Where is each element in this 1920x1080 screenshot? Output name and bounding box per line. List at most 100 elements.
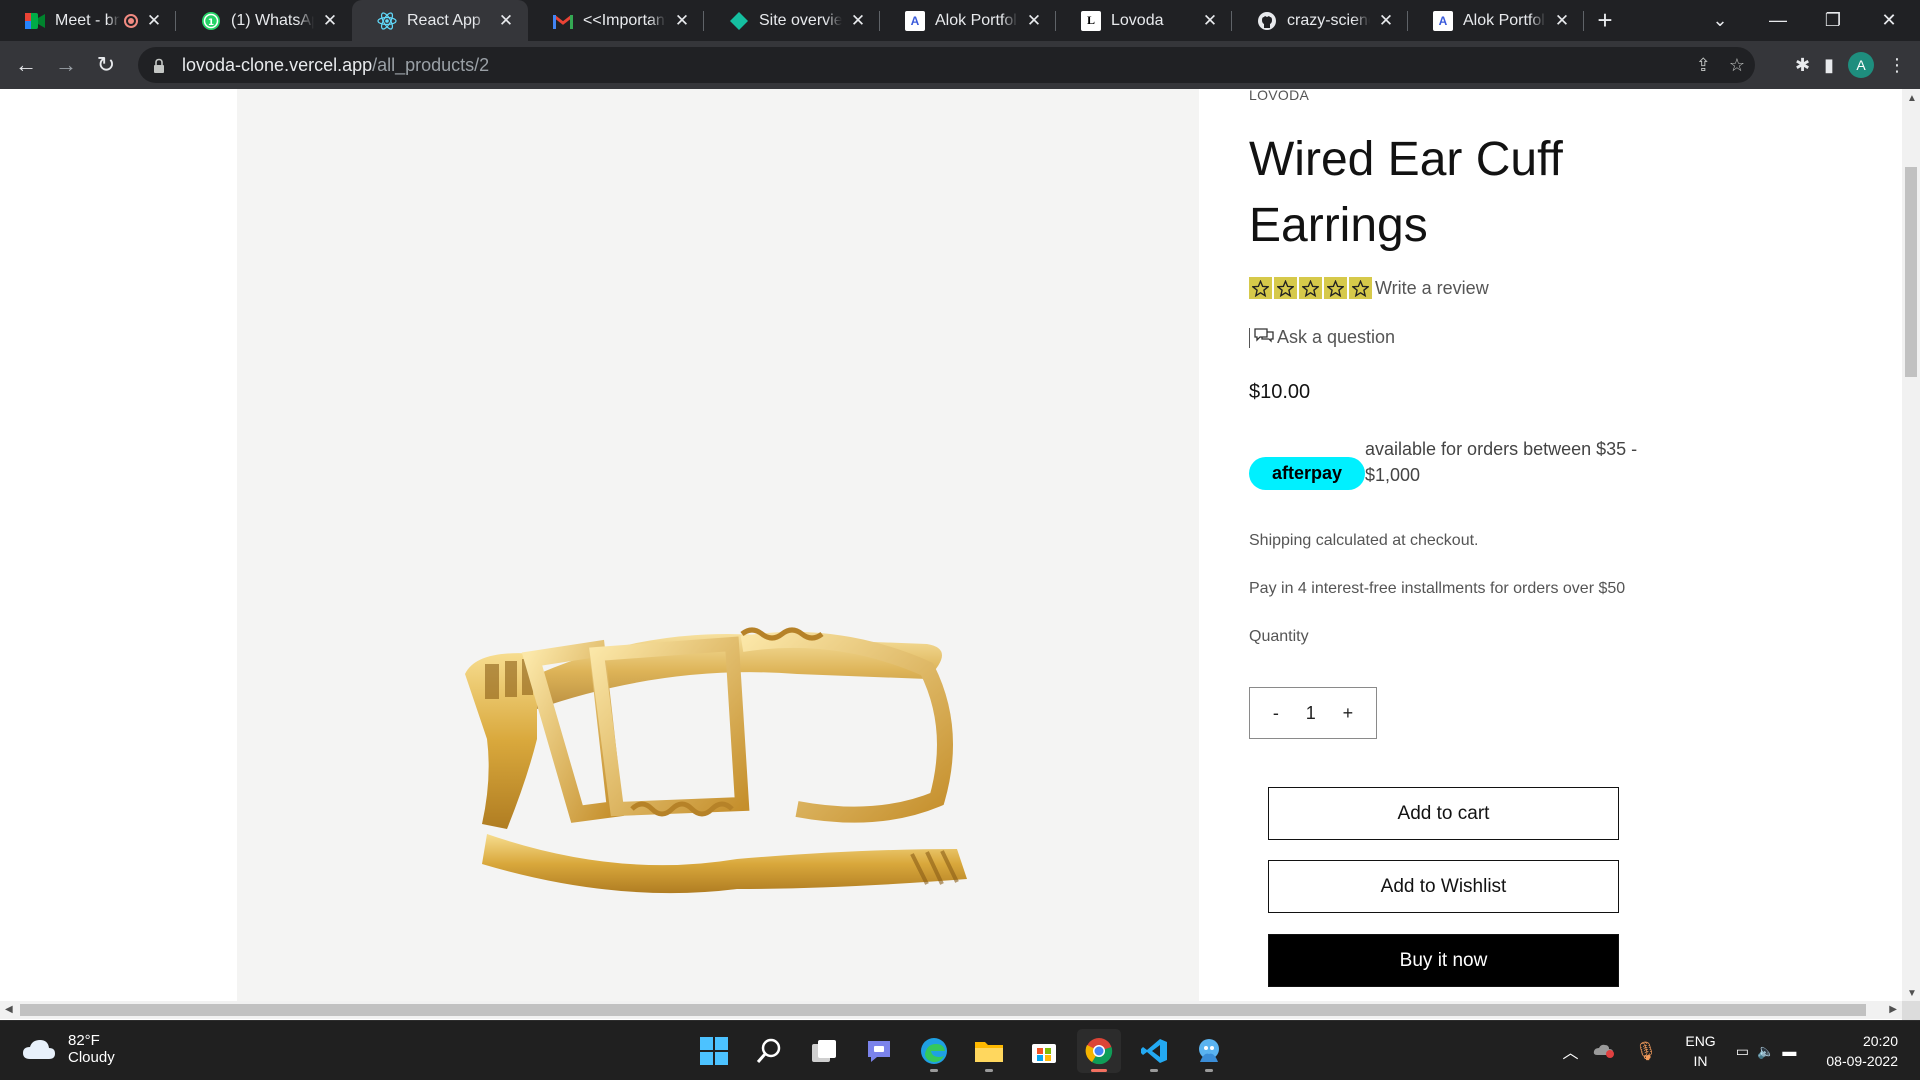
tab-title: <<Important I (583, 11, 666, 29)
lock-icon[interactable] (152, 57, 166, 73)
task-view-button[interactable] (802, 1029, 846, 1073)
vertical-scrollbar[interactable]: ▲ ▼ (1902, 89, 1920, 1001)
afterpay-text: available for orders between $35 - $1,00… (1365, 438, 1638, 485)
tab-meet[interactable]: Meet - bn ✕ (0, 0, 176, 41)
chrome-button[interactable] (1077, 1029, 1121, 1073)
star-icon[interactable] (1324, 277, 1347, 299)
new-tab-button[interactable]: + (1584, 0, 1626, 41)
ask-question-label: Ask a question (1277, 327, 1396, 347)
tab-title: Meet - bn (55, 11, 120, 29)
quantity-decrease-button[interactable]: - (1269, 703, 1283, 724)
close-icon[interactable]: ✕ (1024, 11, 1044, 31)
minimize-button[interactable]: — (1755, 0, 1801, 41)
close-icon[interactable]: ✕ (1552, 11, 1572, 31)
recording-icon (124, 13, 138, 28)
vertical-scroll-thumb[interactable] (1905, 167, 1917, 377)
reload-button[interactable]: ↻ (86, 45, 126, 85)
chat-icon (868, 1041, 890, 1062)
rating-stars[interactable]: Write a review (1249, 277, 1489, 299)
start-button[interactable] (692, 1029, 736, 1073)
tab-title: Lovoda (1111, 11, 1164, 29)
search-button[interactable] (747, 1029, 791, 1073)
share-icon[interactable]: ⇪ (1696, 55, 1711, 76)
address-bar[interactable]: lovoda-clone.vercel.app/all_products/2 ⇪… (138, 47, 1755, 83)
add-to-cart-button[interactable]: Add to cart (1268, 787, 1619, 840)
write-review-link[interactable]: Write a review (1375, 278, 1489, 299)
battery-icon[interactable]: ▬ (1782, 1043, 1796, 1059)
afterpay-info: afterpay available for orders between $3… (1249, 433, 1665, 490)
onedrive-icon[interactable] (1593, 1042, 1615, 1061)
buy-now-button[interactable]: Buy it now (1268, 934, 1619, 987)
app-button[interactable] (1187, 1029, 1231, 1073)
file-explorer-button[interactable] (967, 1029, 1011, 1073)
portfolio-icon: A (905, 10, 925, 31)
google-meet-icon (25, 11, 45, 31)
add-to-wishlist-button[interactable]: Add to Wishlist (1268, 860, 1619, 913)
chrome-icon (1085, 1038, 1113, 1065)
close-icon[interactable]: ✕ (1376, 11, 1396, 31)
star-icon[interactable] (1299, 277, 1322, 299)
clock[interactable]: 20:20 08-09-2022 (1826, 1031, 1898, 1071)
chevron-up-icon[interactable]: ︿ (1562, 1039, 1578, 1063)
shipping-note: Shipping calculated at checkout. (1249, 532, 1479, 549)
volume-icon[interactable]: 🔈 (1757, 1043, 1774, 1060)
language-indicator[interactable]: ENG IN (1685, 1031, 1715, 1071)
weather-widget[interactable]: 82°F Cloudy (22, 1032, 115, 1066)
tab-title: Alok Portfolio (935, 11, 1018, 29)
close-icon[interactable]: ✕ (144, 11, 164, 31)
menu-icon[interactable]: ⋮ (1888, 55, 1906, 76)
brand-label: LOVODA (1249, 89, 1310, 103)
browser-tab-strip: Meet - bn ✕ 1 (1) WhatsApp ✕ React App ✕… (0, 0, 1920, 41)
edge-button[interactable] (912, 1029, 956, 1073)
portfolio-icon: A (1433, 10, 1453, 31)
network-icon[interactable]: ▭ (1736, 1043, 1749, 1060)
forward-button[interactable]: → (46, 45, 86, 85)
tab-whatsapp[interactable]: 1 (1) WhatsApp ✕ (176, 0, 352, 41)
close-icon[interactable]: ✕ (672, 11, 692, 31)
tab-title: (1) WhatsApp (231, 11, 314, 29)
tab-react-app[interactable]: React App ✕ (352, 0, 528, 41)
star-icon[interactable] (1274, 277, 1297, 299)
close-icon[interactable]: ✕ (848, 11, 868, 31)
profile-avatar[interactable]: A (1848, 52, 1874, 78)
react-icon (377, 11, 397, 31)
cloud-icon (23, 1040, 55, 1059)
tab-portfolio-2[interactable]: A Alok Portfolio ✕ (1408, 0, 1584, 41)
tab-search-icon[interactable]: ⌄ (1700, 0, 1740, 41)
close-icon[interactable]: ✕ (496, 11, 516, 31)
tab-gmail[interactable]: <<Important I ✕ (528, 0, 704, 41)
bookmark-star-icon[interactable]: ☆ (1729, 55, 1745, 76)
horizontal-scrollbar[interactable]: ◀ ▶ (0, 1001, 1902, 1019)
teams-chat-button[interactable] (857, 1029, 901, 1073)
tab-lovoda[interactable]: L Lovoda ✕ (1056, 0, 1232, 41)
tab-netlify[interactable]: Site overview | ✕ (704, 0, 880, 41)
quantity-value[interactable]: 1 (1302, 703, 1320, 724)
system-tray: ︿ 🎙 ENG IN ▭ 🔈 ▬ 20:20 08-09-2022 (1562, 1021, 1920, 1080)
extensions-icon[interactable]: ✱ (1795, 55, 1810, 76)
back-button[interactable]: ← (6, 45, 46, 85)
close-window-button[interactable]: ✕ (1866, 0, 1912, 41)
quantity-increase-button[interactable]: + (1339, 703, 1358, 724)
horizontal-scroll-thumb[interactable] (20, 1004, 1866, 1016)
vscode-button[interactable] (1132, 1029, 1176, 1073)
tab-title: React App (407, 11, 481, 29)
tab-github[interactable]: crazy-science ✕ (1232, 0, 1408, 41)
taskbar-apps (692, 1029, 1231, 1073)
tab-portfolio-1[interactable]: A Alok Portfolio ✕ (880, 0, 1056, 41)
store-icon (1032, 1044, 1056, 1063)
afterpay-badge: afterpay (1249, 457, 1365, 490)
store-button[interactable] (1022, 1029, 1066, 1073)
restore-button[interactable]: ❐ (1810, 0, 1856, 41)
close-icon[interactable]: ✕ (1200, 11, 1220, 31)
chat-bubble-icon (1253, 327, 1275, 348)
github-icon (1257, 11, 1277, 31)
search-icon (756, 1038, 781, 1063)
star-icon[interactable] (1349, 277, 1372, 299)
edge-icon (921, 1038, 947, 1064)
weather-temperature: 82°F (68, 1032, 100, 1049)
ask-question-link[interactable]: Ask a question (1249, 327, 1395, 348)
side-panel-icon[interactable]: ▮ (1824, 55, 1834, 76)
star-icon[interactable] (1249, 277, 1272, 299)
close-icon[interactable]: ✕ (320, 11, 340, 31)
microphone-icon[interactable]: 🎙 (1635, 1041, 1658, 1062)
